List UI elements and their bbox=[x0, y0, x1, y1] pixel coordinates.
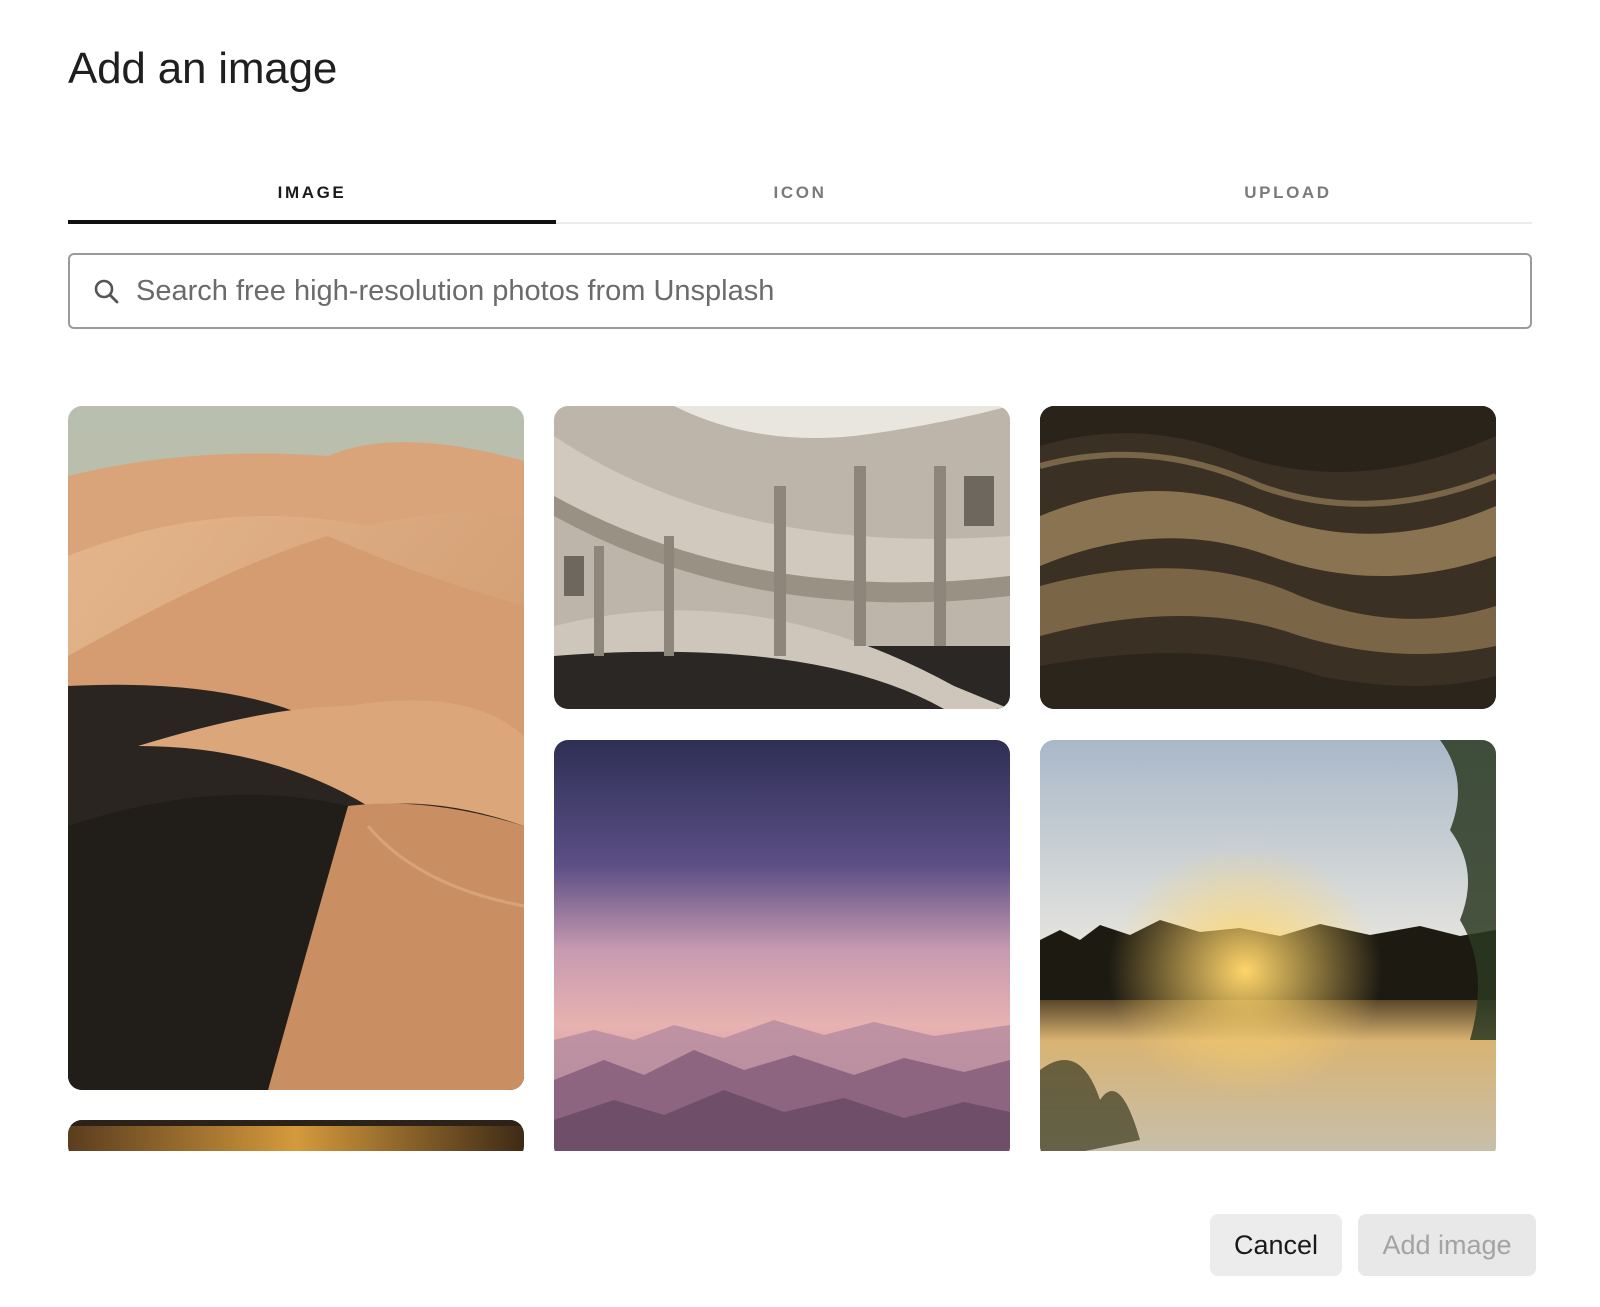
add-image-dialog: Add an image IMAGE ICON UPLOAD Search fr… bbox=[0, 0, 1600, 1307]
photo-gallery[interactable] bbox=[68, 406, 1532, 1151]
add-image-button[interactable]: Add image bbox=[1358, 1214, 1536, 1276]
tab-icon[interactable]: ICON bbox=[556, 170, 1044, 222]
photo-lake-sunset[interactable] bbox=[1040, 740, 1496, 1151]
search-input[interactable] bbox=[136, 255, 1530, 327]
dialog-title: Add an image bbox=[68, 44, 338, 93]
tab-image[interactable]: IMAGE bbox=[68, 170, 556, 224]
cancel-button[interactable]: Cancel bbox=[1210, 1214, 1342, 1276]
search-box[interactable] bbox=[68, 253, 1532, 329]
search-icon bbox=[92, 276, 122, 306]
photo-purple-sky-mountains[interactable] bbox=[554, 740, 1010, 1151]
photo-sand-texture[interactable] bbox=[1040, 406, 1496, 709]
photo-golden-landscape[interactable] bbox=[68, 1120, 524, 1151]
photo-desert-dunes[interactable] bbox=[68, 406, 524, 1090]
tab-upload[interactable]: UPLOAD bbox=[1044, 170, 1532, 222]
tab-bar: IMAGE ICON UPLOAD bbox=[68, 170, 1532, 224]
photo-curved-architecture[interactable] bbox=[554, 406, 1010, 709]
